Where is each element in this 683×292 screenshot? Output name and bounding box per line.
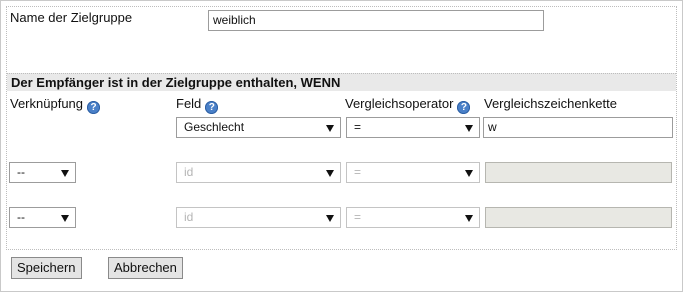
field-select-value: id — [184, 210, 194, 224]
field-select[interactable]: id — [176, 162, 341, 183]
chevron-down-icon — [61, 215, 69, 222]
link-select[interactable]: -- — [9, 162, 76, 183]
operator-select-value: = — [354, 165, 362, 179]
column-field-label: Feld — [176, 96, 202, 111]
chevron-down-icon — [326, 170, 334, 177]
column-link: Verknüpfung? — [10, 96, 101, 114]
column-link-label: Verknüpfung — [10, 96, 84, 111]
link-select[interactable]: -- — [9, 207, 76, 228]
column-operator-label: Vergleichsoperator — [345, 96, 454, 111]
column-field: Feld? — [176, 96, 219, 114]
cancel-button[interactable]: Abbrechen — [108, 257, 183, 279]
compare-string-input[interactable] — [485, 162, 672, 183]
operator-select[interactable]: = — [346, 207, 480, 228]
help-icon[interactable]: ? — [87, 101, 101, 114]
group-name-label: Name der Zielgruppe — [10, 10, 133, 25]
field-select[interactable]: Geschlecht — [176, 117, 341, 138]
link-select-value: -- — [17, 165, 25, 179]
link-select-value: -- — [17, 210, 25, 224]
save-button[interactable]: Speichern — [11, 257, 82, 279]
column-operator: Vergleichsoperator? — [345, 96, 471, 114]
condition-header: Der Empfänger ist in der Zielgruppe enth… — [7, 73, 676, 91]
operator-select-value: = — [354, 120, 362, 134]
operator-select[interactable]: = — [346, 117, 480, 138]
field-select[interactable]: id — [176, 207, 341, 228]
chevron-down-icon — [326, 125, 334, 132]
chevron-down-icon — [465, 215, 473, 222]
help-icon[interactable]: ? — [205, 101, 219, 114]
chevron-down-icon — [326, 215, 334, 222]
compare-string-input[interactable] — [485, 207, 672, 228]
column-compare-string-label: Vergleichszeichenkette — [484, 96, 617, 111]
chevron-down-icon — [465, 125, 473, 132]
chevron-down-icon — [61, 170, 69, 177]
chevron-down-icon — [465, 170, 473, 177]
help-icon[interactable]: ? — [457, 101, 471, 114]
group-name-input[interactable]: weiblich — [208, 10, 544, 31]
operator-select-value: = — [354, 210, 362, 224]
field-select-value: Geschlecht — [184, 120, 245, 134]
compare-string-input[interactable]: w — [483, 117, 673, 138]
operator-select[interactable]: = — [346, 162, 480, 183]
field-select-value: id — [184, 165, 194, 179]
